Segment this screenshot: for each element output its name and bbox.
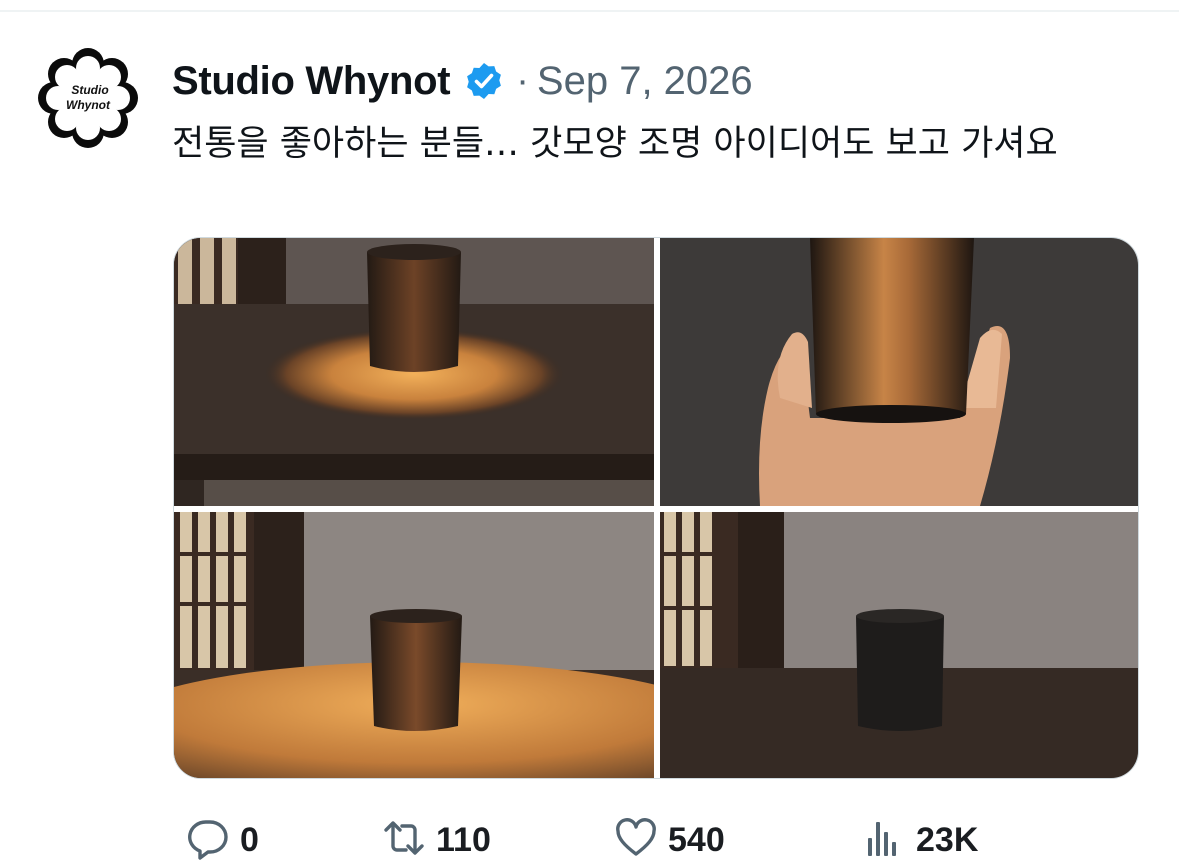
views-button[interactable]: 23K [862,814,978,866]
separator-dot: · [516,59,529,102]
photo-lamp-on-table[interactable] [174,238,654,506]
display-name[interactable]: Studio Whynot [172,59,451,104]
action-bar: 0 110 540 23K [0,814,1179,866]
avatar-text-line1: Studio [71,83,108,97]
media-grid [173,237,1139,779]
verified-badge-icon [464,61,504,101]
views-icon [862,816,906,865]
photo-lamp-off[interactable] [660,512,1138,778]
photo-lamp-wide-glow[interactable] [174,512,654,778]
retweet-icon [382,816,426,865]
tweet-text: 전통을 좋아하는 분들… 갓모양 조명 아이디어도 보고 가셔요 [172,124,1058,164]
reply-icon [186,816,230,865]
heart-icon [614,816,658,865]
reply-button[interactable]: 0 [186,814,259,866]
like-button[interactable]: 540 [614,814,725,866]
avatar-text-line2: Whynot [66,98,111,112]
like-count: 540 [668,820,725,859]
retweet-button[interactable]: 110 [382,814,491,866]
views-count: 23K [916,820,979,859]
studio-whynot-logo: Studio Whynot [38,48,138,148]
tweet-date[interactable]: Sep 7, 2026 [537,59,753,104]
top-divider [0,10,1179,12]
retweet-count: 110 [436,820,491,859]
avatar[interactable]: Studio Whynot [38,48,138,148]
reply-count: 0 [240,820,259,859]
photo-lamp-in-hand[interactable] [660,238,1138,506]
tweet-header: Studio Whynot · Sep 7, 2026 [172,56,753,106]
